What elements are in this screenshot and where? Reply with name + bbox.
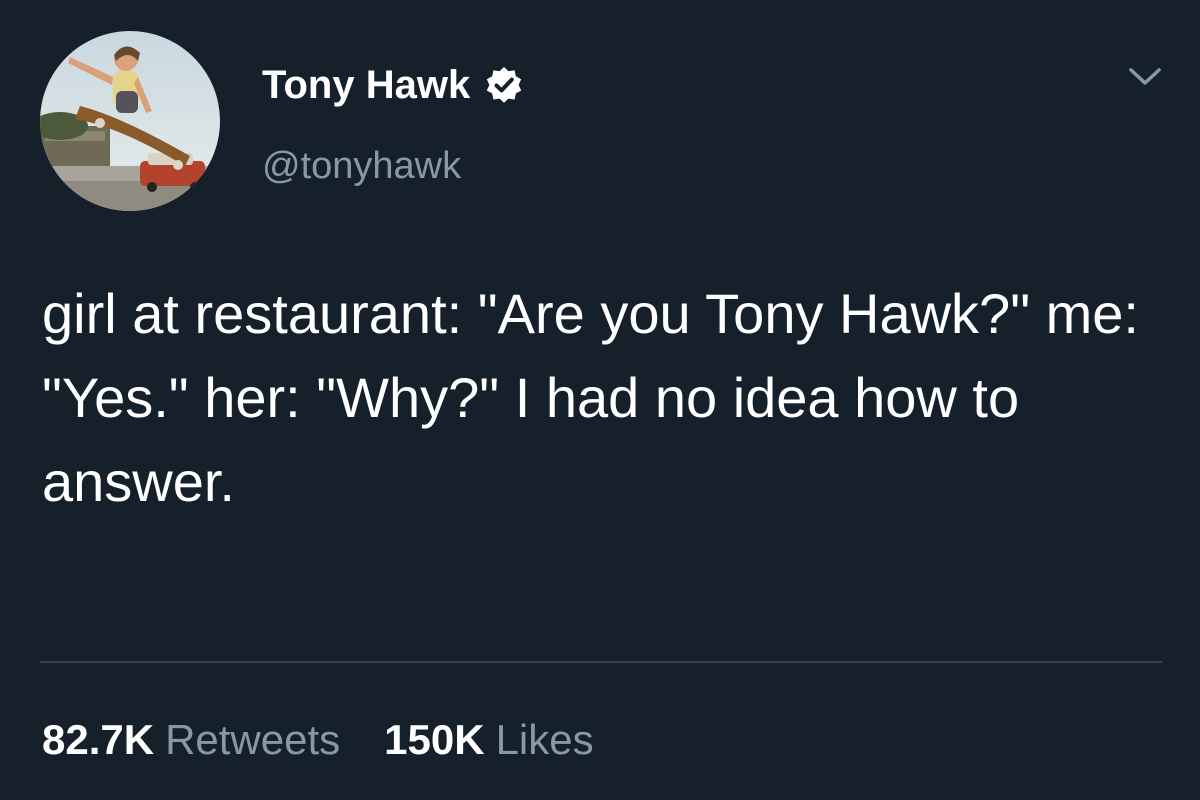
tweet-text: girl at restaurant: "Are you Tony Hawk?"… bbox=[42, 282, 1139, 513]
retweets-label: Retweets bbox=[165, 716, 341, 763]
likes-stat[interactable]: 150K Likes bbox=[384, 716, 593, 764]
verified-badge-icon bbox=[484, 65, 524, 105]
avatar[interactable] bbox=[40, 31, 220, 211]
retweets-stat[interactable]: 82.7K Retweets bbox=[42, 716, 340, 764]
author-display-name[interactable]: Tony Hawk bbox=[262, 60, 470, 110]
chevron-down-icon[interactable] bbox=[1125, 62, 1165, 92]
tweet-stats: 82.7K Retweets 150K Likes bbox=[42, 713, 594, 767]
likes-count: 150K bbox=[384, 716, 485, 763]
avatar-photo bbox=[40, 31, 220, 211]
author-handle[interactable]: @tonyhawk bbox=[262, 141, 461, 191]
retweets-count: 82.7K bbox=[42, 716, 155, 763]
divider bbox=[40, 661, 1162, 663]
likes-label: Likes bbox=[495, 716, 594, 763]
author-name-row[interactable]: Tony Hawk bbox=[262, 60, 524, 110]
